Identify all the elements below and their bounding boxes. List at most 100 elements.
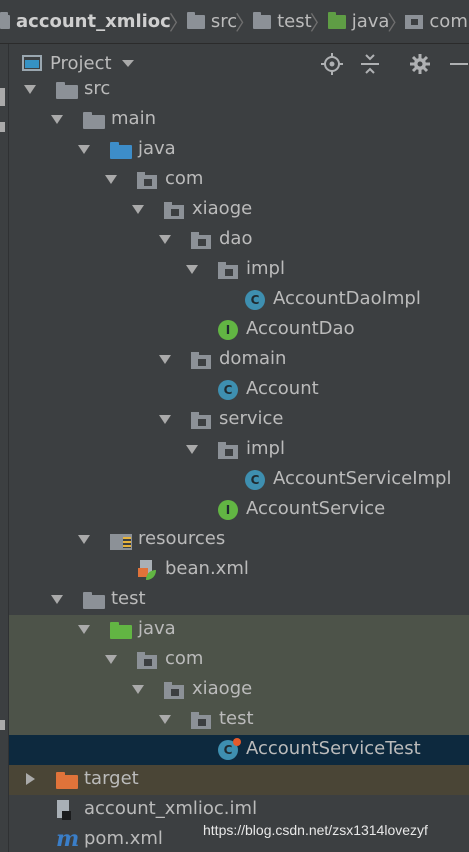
collapse-all-button[interactable]	[358, 52, 382, 76]
package-icon	[191, 712, 211, 729]
test-class-icon: C	[218, 738, 241, 760]
breadcrumb-java-label: java	[351, 11, 390, 32]
expand-arrow-down-icon[interactable]	[159, 415, 171, 424]
tree-node[interactable]: I AccountDao	[9, 315, 469, 345]
tree-node-label: account_xmlioc.iml	[84, 798, 258, 819]
interface-icon: I	[218, 500, 238, 520]
expand-arrow-down-icon[interactable]	[159, 715, 171, 724]
expand-arrow-right-icon[interactable]	[26, 773, 35, 785]
expand-arrow-down-icon[interactable]	[186, 445, 198, 454]
breadcrumb-test[interactable]: test	[253, 0, 312, 43]
tree-node[interactable]: I AccountService	[9, 495, 469, 525]
tree-node[interactable]: C AccountServiceImpl	[9, 465, 469, 495]
folder-icon	[83, 592, 105, 609]
class-icon: C	[218, 380, 238, 400]
tree-node[interactable]: service	[9, 405, 469, 435]
tree-node[interactable]: domain	[9, 345, 469, 375]
package-icon	[191, 232, 211, 249]
expand-arrow-down-icon[interactable]	[78, 145, 90, 154]
tree-node[interactable]: com	[9, 645, 469, 675]
tree-node-label: AccountDaoImpl	[273, 288, 421, 309]
expand-arrow-down-icon[interactable]	[186, 265, 198, 274]
excluded-folder-icon	[56, 772, 78, 789]
tree-node-label: impl	[246, 438, 285, 459]
tree-node-label: main	[111, 108, 156, 129]
tree-node-label: bean.xml	[165, 558, 249, 579]
breadcrumb-project[interactable]: account_xmlioc	[0, 0, 171, 43]
strip-marker[interactable]	[0, 720, 5, 730]
breadcrumb-test-label: test	[277, 11, 312, 32]
tree-node-label: xiaoge	[192, 678, 253, 699]
tree-node[interactable]: main	[9, 105, 469, 135]
tree-node[interactable]: com	[9, 165, 469, 195]
project-view-label: Project	[50, 52, 112, 74]
tree-node[interactable]: C AccountDaoImpl	[9, 285, 469, 315]
tree-node[interactable]: impl	[9, 255, 469, 285]
tree-node[interactable]: java	[9, 615, 469, 645]
locate-button[interactable]	[320, 52, 344, 76]
expand-arrow-down-icon[interactable]	[105, 175, 117, 184]
class-icon: C	[245, 290, 265, 310]
folder-icon	[186, 11, 205, 29]
breadcrumb-java[interactable]: java	[327, 0, 390, 43]
expand-arrow-down-icon[interactable]	[159, 355, 171, 364]
tree-node[interactable]: xiaoge	[9, 675, 469, 705]
tree-node-label: java	[138, 618, 176, 639]
tree-node-label: AccountServiceTest	[246, 738, 421, 759]
tree-node[interactable]: test	[9, 585, 469, 615]
breadcrumb-separator-icon: 〉	[235, 11, 256, 35]
tree-node-label: domain	[219, 348, 287, 369]
resources-folder-icon	[110, 534, 132, 550]
maven-icon: m	[56, 826, 80, 852]
package-icon	[191, 412, 211, 429]
tree-node[interactable]: resources	[9, 525, 469, 555]
project-view-selector[interactable]: Project	[9, 45, 134, 81]
expand-arrow-down-icon[interactable]	[51, 595, 63, 604]
navigation-breadcrumb: account_xmlioc 〉 src 〉 test 〉 java 〉 com	[0, 0, 469, 44]
tree-node[interactable]: impl	[9, 435, 469, 465]
settings-button[interactable]	[408, 52, 432, 76]
tree-node-label: impl	[246, 258, 285, 279]
tree-node[interactable]: bean.xml	[9, 555, 469, 585]
tree-node[interactable]: C Account	[9, 375, 469, 405]
project-tree[interactable]: src main java com xiaoge dao impl C AccountDaoIm…	[9, 81, 469, 852]
tree-node[interactable]: account_xmlioc.iml	[9, 795, 469, 825]
expand-arrow-down-icon[interactable]	[105, 655, 117, 664]
tree-node-label: AccountDao	[246, 318, 355, 339]
watermark-text: https://blog.csdn.net/zsx1314lovezyf	[203, 822, 428, 838]
strip-marker[interactable]	[0, 88, 5, 106]
folder-icon	[56, 82, 78, 99]
source-folder-icon	[110, 142, 132, 159]
tree-node-label: com	[165, 168, 204, 189]
package-icon	[137, 652, 157, 669]
tree-node-label: AccountService	[246, 498, 386, 519]
project-window-icon	[22, 55, 42, 71]
tree-node-label: com	[165, 648, 204, 669]
package-icon	[164, 682, 184, 699]
strip-marker[interactable]	[0, 122, 5, 132]
breadcrumb-src[interactable]: src	[186, 0, 237, 43]
test-source-folder-icon	[327, 11, 346, 29]
breadcrumb-project-label: account_xmlioc	[16, 11, 171, 32]
tree-node[interactable]: xiaoge	[9, 195, 469, 225]
breadcrumb-separator-icon: 〉	[387, 11, 408, 35]
expand-arrow-down-icon[interactable]	[132, 685, 144, 694]
tree-node[interactable]: test	[9, 705, 469, 735]
hide-panel-button[interactable]	[445, 52, 469, 76]
expand-arrow-down-icon[interactable]	[24, 85, 36, 94]
tree-node-label: service	[219, 408, 284, 429]
tree-node[interactable]: src	[9, 81, 469, 105]
tree-node[interactable]: target	[9, 765, 469, 795]
expand-arrow-down-icon[interactable]	[132, 205, 144, 214]
folder-icon	[83, 112, 105, 129]
minimize-icon	[450, 63, 468, 65]
expand-arrow-down-icon[interactable]	[51, 115, 63, 124]
expand-arrow-down-icon[interactable]	[78, 625, 90, 634]
expand-arrow-down-icon[interactable]	[78, 535, 90, 544]
breadcrumb-com[interactable]: com	[405, 0, 468, 43]
tree-node[interactable]: dao	[9, 225, 469, 255]
expand-arrow-down-icon[interactable]	[159, 235, 171, 244]
tree-node[interactable]: C AccountServiceTest	[9, 735, 469, 765]
tree-node[interactable]: java	[9, 135, 469, 165]
package-icon	[405, 14, 424, 29]
